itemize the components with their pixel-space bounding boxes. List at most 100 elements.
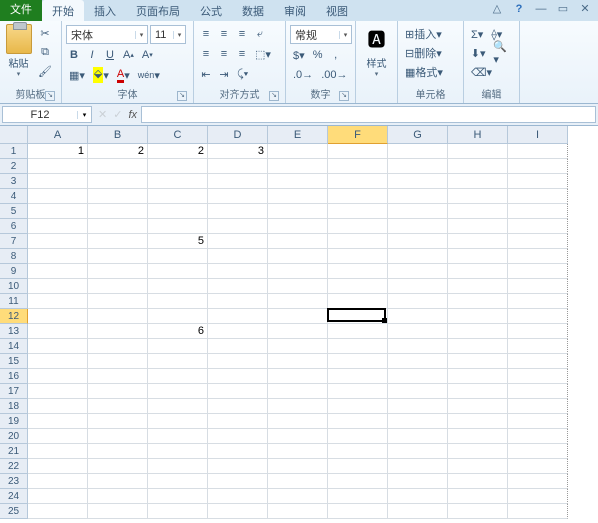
cell-H4[interactable] xyxy=(448,189,508,204)
number-format-combo[interactable]: 常规▾ xyxy=(290,25,352,44)
merge-cells-icon[interactable]: ⬚▾ xyxy=(252,45,274,63)
chevron-down-icon[interactable]: ▾ xyxy=(77,111,91,119)
cell-C9[interactable] xyxy=(148,264,208,279)
cell-F24[interactable] xyxy=(328,489,388,504)
cell-A10[interactable] xyxy=(28,279,88,294)
cell-H3[interactable] xyxy=(448,174,508,189)
cell-D10[interactable] xyxy=(208,279,268,294)
row-header-11[interactable]: 11 xyxy=(0,294,28,309)
ribbon-toggle-icon[interactable]: △ xyxy=(490,2,504,15)
cell-F7[interactable] xyxy=(328,234,388,249)
cell-B16[interactable] xyxy=(88,369,148,384)
align-left-icon[interactable]: ≡ xyxy=(198,45,214,63)
select-all-button[interactable] xyxy=(0,126,28,144)
align-center-icon[interactable]: ≡ xyxy=(216,45,232,63)
cell-I25[interactable] xyxy=(508,504,568,519)
tab-file[interactable]: 文件 xyxy=(0,0,42,21)
cell-F25[interactable] xyxy=(328,504,388,519)
cell-C17[interactable] xyxy=(148,384,208,399)
cell-F6[interactable] xyxy=(328,219,388,234)
cell-C19[interactable] xyxy=(148,414,208,429)
cell-A17[interactable] xyxy=(28,384,88,399)
cell-G9[interactable] xyxy=(388,264,448,279)
cell-C15[interactable] xyxy=(148,354,208,369)
cell-B4[interactable] xyxy=(88,189,148,204)
tab-视图[interactable]: 视图 xyxy=(316,0,358,21)
cell-C11[interactable] xyxy=(148,294,208,309)
cell-C20[interactable] xyxy=(148,429,208,444)
cell-A25[interactable] xyxy=(28,504,88,519)
cell-G8[interactable] xyxy=(388,249,448,264)
cell-G5[interactable] xyxy=(388,204,448,219)
cell-D9[interactable] xyxy=(208,264,268,279)
cell-E19[interactable] xyxy=(268,414,328,429)
cell-A15[interactable] xyxy=(28,354,88,369)
cell-C14[interactable] xyxy=(148,339,208,354)
cell-I17[interactable] xyxy=(508,384,568,399)
cell-A23[interactable] xyxy=(28,474,88,489)
cell-B6[interactable] xyxy=(88,219,148,234)
cell-C18[interactable] xyxy=(148,399,208,414)
cell-G4[interactable] xyxy=(388,189,448,204)
cell-E20[interactable] xyxy=(268,429,328,444)
cell-B2[interactable] xyxy=(88,159,148,174)
cell-F14[interactable] xyxy=(328,339,388,354)
tab-开始[interactable]: 开始 xyxy=(42,0,84,21)
cell-C16[interactable] xyxy=(148,369,208,384)
row-header-10[interactable]: 10 xyxy=(0,279,28,294)
cell-E22[interactable] xyxy=(268,459,328,474)
clear-icon[interactable]: ⌫▾ xyxy=(468,63,495,81)
help-icon[interactable]: ? xyxy=(512,3,526,15)
cell-A16[interactable] xyxy=(28,369,88,384)
phonetic-icon[interactable]: wén▾ xyxy=(135,66,163,84)
cell-I11[interactable] xyxy=(508,294,568,309)
cell-C5[interactable] xyxy=(148,204,208,219)
cell-G18[interactable] xyxy=(388,399,448,414)
cell-A1[interactable]: 1 xyxy=(28,144,88,159)
cell-B3[interactable] xyxy=(88,174,148,189)
cell-F15[interactable] xyxy=(328,354,388,369)
cell-A24[interactable] xyxy=(28,489,88,504)
cell-C12[interactable] xyxy=(148,309,208,324)
currency-icon[interactable]: $▾ xyxy=(290,46,308,64)
cell-D19[interactable] xyxy=(208,414,268,429)
cell-D15[interactable] xyxy=(208,354,268,369)
cell-A5[interactable] xyxy=(28,204,88,219)
cell-D14[interactable] xyxy=(208,339,268,354)
row-header-3[interactable]: 3 xyxy=(0,174,28,189)
tab-审阅[interactable]: 审阅 xyxy=(274,0,316,21)
cell-G2[interactable] xyxy=(388,159,448,174)
formula-input[interactable] xyxy=(141,106,596,123)
cell-F1[interactable] xyxy=(328,144,388,159)
row-header-5[interactable]: 5 xyxy=(0,204,28,219)
row-header-2[interactable]: 2 xyxy=(0,159,28,174)
cell-F23[interactable] xyxy=(328,474,388,489)
copy-icon[interactable]: ⧉ xyxy=(35,43,55,61)
cell-B17[interactable] xyxy=(88,384,148,399)
autosum-icon[interactable]: Σ▾ xyxy=(468,25,486,43)
cell-D12[interactable] xyxy=(208,309,268,324)
cell-D20[interactable] xyxy=(208,429,268,444)
cell-E23[interactable] xyxy=(268,474,328,489)
cell-D3[interactable] xyxy=(208,174,268,189)
cell-E4[interactable] xyxy=(268,189,328,204)
cell-G10[interactable] xyxy=(388,279,448,294)
col-header-F[interactable]: F xyxy=(328,126,388,144)
cell-A4[interactable] xyxy=(28,189,88,204)
row-header-25[interactable]: 25 xyxy=(0,504,28,519)
cell-I21[interactable] xyxy=(508,444,568,459)
row-header-14[interactable]: 14 xyxy=(0,339,28,354)
cell-I4[interactable] xyxy=(508,189,568,204)
cell-H11[interactable] xyxy=(448,294,508,309)
col-header-A[interactable]: A xyxy=(28,126,88,144)
cell-D5[interactable] xyxy=(208,204,268,219)
format-cells-button[interactable]: ▦ 格式▾ xyxy=(402,63,460,81)
cell-C6[interactable] xyxy=(148,219,208,234)
cell-G3[interactable] xyxy=(388,174,448,189)
row-header-1[interactable]: 1 xyxy=(0,144,28,159)
cell-H2[interactable] xyxy=(448,159,508,174)
cell-E7[interactable] xyxy=(268,234,328,249)
cell-A3[interactable] xyxy=(28,174,88,189)
cell-G17[interactable] xyxy=(388,384,448,399)
cell-H21[interactable] xyxy=(448,444,508,459)
